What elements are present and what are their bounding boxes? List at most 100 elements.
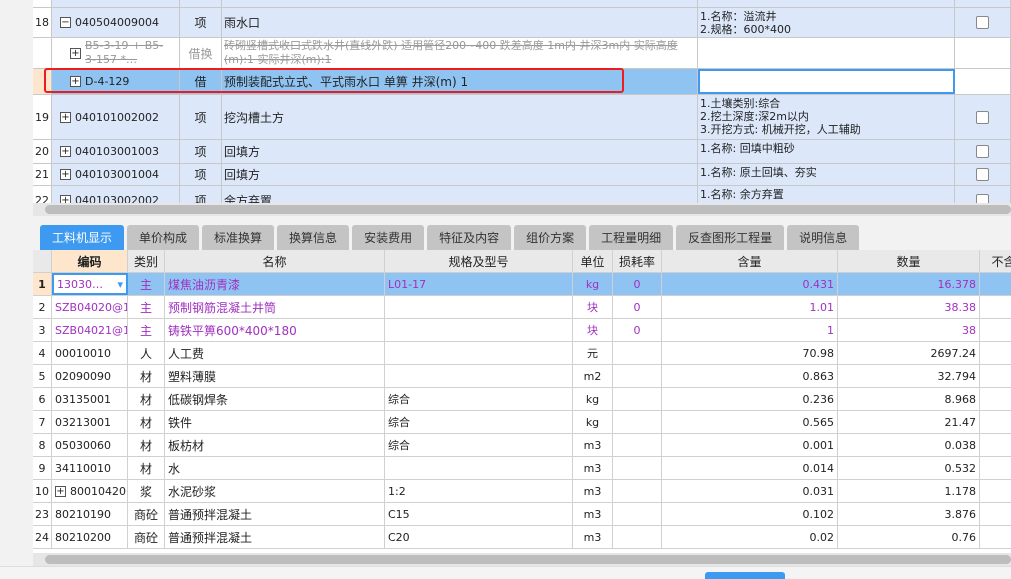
column-header[interactable]: 含量 (662, 250, 838, 272)
cell-content: 0.431 (662, 273, 838, 295)
name: 塑料薄膜 (168, 369, 217, 384)
table-row[interactable]: 9 34110010 材 水 m3 0.014 0.532 (33, 457, 1011, 480)
item-features[interactable]: 1.名称: 原土回填、夯实 (698, 164, 955, 185)
cell-unit: 块 (573, 319, 613, 341)
cell-code[interactable]: 05030060 (52, 434, 128, 456)
tab-7[interactable]: 工程量明细 (589, 225, 674, 250)
cell-unit: m3 (573, 480, 613, 502)
table-row[interactable] (33, 0, 1011, 8)
table-row[interactable]: 10 +80010420 浆 水泥砂浆 1:2 m3 0.031 1.178 (33, 480, 1011, 503)
tab-9[interactable]: 说明信息 (787, 225, 860, 250)
table-row[interactable]: 4 00010010 人 人工费 元 70.98 2697.24 (33, 342, 1011, 365)
cell-code[interactable]: 34110010 (52, 457, 128, 479)
tab-3[interactable]: 换算信息 (277, 225, 350, 250)
table-row[interactable]: 22 +040103002002 项余方弃置 1.名称: 余方弃置 (33, 186, 1011, 203)
table-row[interactable]: 19 +040101002002 项挖沟槽土方 1.土壤类别:综合 2.挖土深度:深2… (33, 95, 1011, 140)
column-header[interactable]: 不含税 (980, 250, 1011, 272)
table-row[interactable]: 21 +040103001004 项回填方 1.名称: 原土回填、夯实 (33, 164, 1011, 186)
checkbox[interactable] (976, 194, 989, 203)
table-row[interactable]: 1 13030… ▾ 主 煤焦油沥青漆 L01-17 kg 0 0.431 16.378 (33, 273, 1011, 296)
row-number: 8 (33, 434, 52, 456)
item-type: 项 (180, 186, 222, 203)
type: 材 (139, 415, 152, 430)
column-header[interactable]: 单位 (573, 250, 613, 272)
expand-toggle-icon[interactable]: + (60, 169, 71, 180)
cell-qty: 38.38 (838, 296, 980, 318)
table-row[interactable]: 23 80210190 商砼 普通预拌混凝土 C15 m3 0.102 3.876 (33, 503, 1011, 526)
checkbox[interactable] (976, 145, 989, 158)
expand-toggle-icon[interactable]: + (60, 111, 71, 123)
table-row[interactable]: 8 05030060 材 板枋材 综合 m3 0.001 0.038 (33, 434, 1011, 457)
table-row[interactable]: 5 02090090 材 塑料薄膜 m2 0.863 32.794 (33, 365, 1011, 388)
item-code: +040103002002 (52, 186, 180, 203)
cell-code[interactable]: 00010010 (52, 342, 128, 364)
cell-code[interactable]: 13030… ▾ (52, 273, 128, 295)
table-row[interactable]: 6 03135001 材 低碳钢焊条 综合 kg 0.236 8.968 (33, 388, 1011, 411)
column-header[interactable]: 编码 (52, 250, 128, 272)
table-row[interactable]: 18−040504009004 项雨水口 1.名称：溢流井 2.规格：600*400 (33, 8, 1011, 38)
cell-content: 0.02 (662, 526, 838, 548)
tab-0[interactable]: 工料机显示 (40, 225, 125, 250)
cell-qty: 3.876 (838, 503, 980, 525)
cell-code[interactable]: SZB04020@1 (52, 296, 128, 318)
expand-toggle-icon[interactable]: + (60, 146, 71, 157)
checkbox[interactable] (976, 16, 989, 29)
table-row[interactable]: 20 +040103001003 项回填方 1.名称: 回填中粗砂 (33, 140, 1011, 164)
tab-5[interactable]: 特征及内容 (427, 225, 512, 250)
tab-2[interactable]: 标准换算 (202, 225, 275, 250)
table-row[interactable]: + B5-3-19 + B5-3-157 *… 借换 砖砌竖槽式收口式跌水井(直线外跌… (33, 38, 1011, 69)
code: 34110010 (55, 461, 111, 475)
item-name: 砖砌竖槽式收口式跌水井(直线外跌) 适用管径200~400 跌差高度 1m内 井… (222, 38, 698, 68)
table-row[interactable]: 24 80210200 商砼 普通预拌混凝土 C20 m3 0.02 0.76 (33, 526, 1011, 549)
content: 0.431 (802, 277, 835, 291)
table-row[interactable]: 2 SZB04020@1 主 预制钢筋混凝土井筒 块 0 1.01 38.38 (33, 296, 1011, 319)
row-number: 9 (33, 457, 52, 479)
checkbox[interactable] (976, 168, 989, 181)
item-features[interactable] (698, 38, 955, 68)
tab-1[interactable]: 单价构成 (127, 225, 200, 250)
column-header[interactable]: 类别 (128, 250, 165, 272)
bottom-horizontal-scrollbar[interactable] (33, 553, 1011, 566)
expand-toggle-icon[interactable]: + (55, 485, 66, 497)
cell-code[interactable]: +80010420 (52, 480, 128, 502)
row-number: 24 (33, 526, 52, 548)
expand-toggle-icon[interactable]: + (70, 47, 81, 59)
cell-code[interactable]: 03135001 (52, 388, 128, 410)
top-horizontal-scrollbar[interactable] (33, 203, 1011, 216)
code-text: 040103001003 (75, 145, 159, 158)
tab-8[interactable]: 反查图形工程量 (676, 225, 785, 250)
dropdown-arrow-icon[interactable]: ▾ (117, 278, 123, 291)
item-features[interactable]: 1.名称: 回填中粗砂 (698, 140, 955, 163)
table-row[interactable]: 3 SZB04021@1 主 铸铁平箅600*400*180 块 0 1 38 (33, 319, 1011, 342)
cell-code[interactable]: 80210200 (52, 526, 128, 548)
cell-loss: 0 (613, 273, 662, 295)
column-header[interactable]: 数量 (838, 250, 980, 272)
cell-code[interactable]: 02090090 (52, 365, 128, 387)
expand-toggle-icon[interactable]: − (60, 17, 71, 28)
cell-untaxed (980, 319, 1011, 341)
cell-loss: 0 (613, 319, 662, 341)
column-header[interactable]: 损耗率 (613, 250, 662, 272)
cell-code[interactable]: 80210190 (52, 503, 128, 525)
column-header[interactable]: 名称 (165, 250, 385, 272)
item-features[interactable]: 1.土壤类别:综合 2.挖土深度:深2m以内 3.开挖方式: 机械开挖，人工辅助 (698, 95, 955, 139)
cell-code[interactable]: SZB04021@1 (52, 319, 128, 341)
code: 05030060 (55, 438, 111, 452)
tab-4[interactable]: 安装费用 (352, 225, 425, 250)
item-name: 雨水口 (222, 8, 698, 37)
table-row[interactable]: 7 03213001 材 铁件 综合 kg 0.565 21.47 (33, 411, 1011, 434)
item-name: 回填方 (222, 164, 698, 185)
spec: 综合 (388, 416, 410, 429)
type: 材 (139, 461, 152, 476)
cell-qty: 38 (838, 319, 980, 341)
item-features[interactable] (698, 69, 955, 94)
tab-6[interactable]: 组价方案 (514, 225, 587, 250)
item-features[interactable]: 1.名称：溢流井 2.规格：600*400 (698, 8, 955, 37)
column-header[interactable]: 规格及型号 (385, 250, 573, 272)
item-features[interactable]: 1.名称: 余方弃置 (698, 186, 955, 203)
cell-name: 水 (165, 457, 385, 479)
checkbox[interactable] (976, 110, 989, 124)
expand-toggle-icon[interactable]: + (60, 195, 71, 203)
cell-code[interactable]: 03213001 (52, 411, 128, 433)
loss: 0 (633, 277, 641, 291)
